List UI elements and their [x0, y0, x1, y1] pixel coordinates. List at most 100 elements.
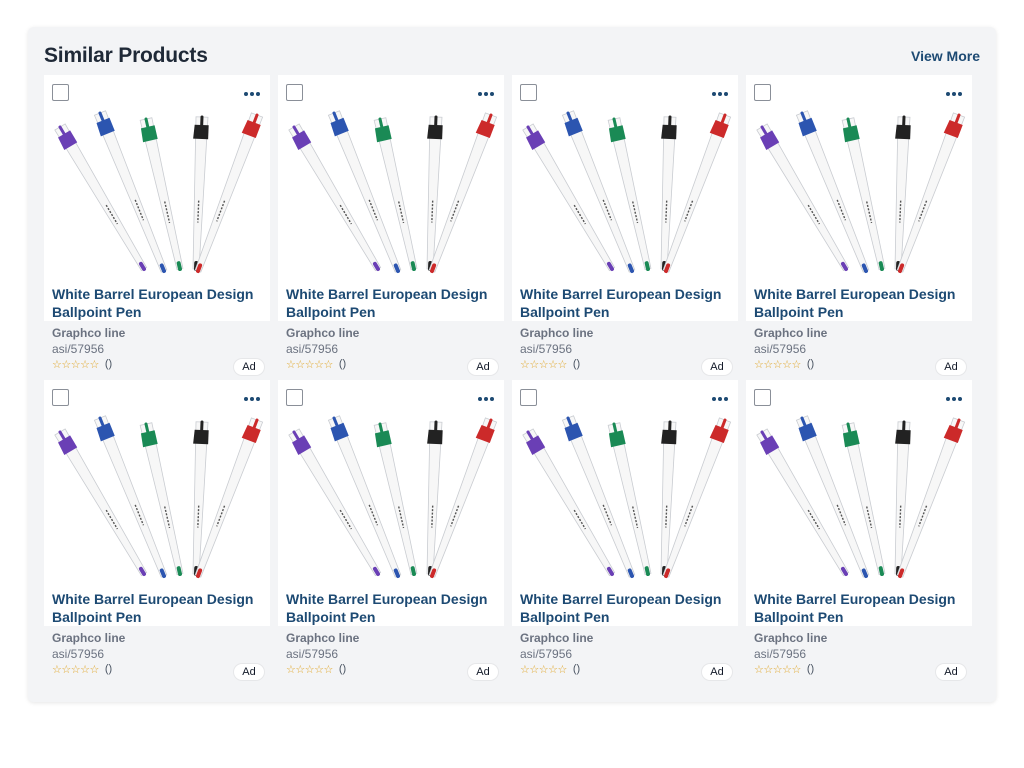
star-rating-icon: ☆☆☆☆☆ — [754, 663, 801, 676]
product-name[interactable]: White Barrel European Design Ballpoint P… — [286, 590, 498, 626]
compare-checkbox[interactable] — [52, 389, 69, 406]
star-rating-icon: ☆☆☆☆☆ — [52, 358, 99, 371]
review-count: () — [338, 663, 347, 675]
compare-checkbox[interactable] — [52, 84, 69, 101]
rating: ☆☆☆☆☆ () — [52, 357, 112, 371]
product-card-top: White Barrel European Design Ballpoint P… — [746, 380, 972, 626]
product-image[interactable] — [754, 414, 966, 582]
pen-3 — [373, 422, 418, 576]
product-name[interactable]: White Barrel European Design Ballpoint P… — [52, 590, 264, 626]
pen-3 — [607, 117, 652, 271]
product-name[interactable]: White Barrel European Design Ballpoint P… — [520, 285, 732, 321]
review-count: () — [104, 358, 113, 370]
more-options-icon[interactable] — [946, 396, 962, 402]
ad-badge: Ad — [468, 359, 498, 375]
more-options-icon[interactable] — [712, 396, 728, 402]
product-card-details: Graphco line asi/57956 ☆☆☆☆☆ () Ad — [44, 321, 270, 380]
asi-number: asi/57956 — [286, 342, 339, 356]
product-card-details: Graphco line asi/57956 ☆☆☆☆☆ () Ad — [746, 321, 972, 380]
pen-3 — [139, 117, 184, 271]
supplier-name: Graphco line — [520, 326, 594, 340]
pens-image — [522, 110, 732, 273]
product-card-top: White Barrel European Design Ballpoint P… — [44, 380, 270, 626]
ad-badge: Ad — [234, 359, 264, 375]
supplier-name: Graphco line — [754, 326, 828, 340]
product-image[interactable] — [520, 414, 732, 582]
more-options-icon[interactable] — [478, 91, 494, 97]
review-count: () — [806, 358, 815, 370]
compare-checkbox[interactable] — [754, 84, 771, 101]
view-more-link[interactable]: View More — [911, 48, 980, 64]
product-card-details: Graphco line asi/57956 ☆☆☆☆☆ () Ad — [746, 626, 972, 685]
rating: ☆☆☆☆☆ () — [520, 357, 580, 371]
product-card-top: White Barrel European Design Ballpoint P… — [278, 380, 504, 626]
asi-number: asi/57956 — [52, 647, 105, 661]
product-card[interactable]: White Barrel European Design Ballpoint P… — [278, 75, 504, 380]
product-card-details: Graphco line asi/57956 ☆☆☆☆☆ () Ad — [512, 321, 738, 380]
pen-3 — [373, 117, 418, 271]
product-name[interactable]: White Barrel European Design Ballpoint P… — [286, 285, 498, 321]
pens-image — [522, 415, 732, 578]
product-card[interactable]: White Barrel European Design Ballpoint P… — [44, 380, 270, 685]
pen-3 — [607, 422, 652, 576]
product-card-top: White Barrel European Design Ballpoint P… — [278, 75, 504, 321]
compare-checkbox[interactable] — [754, 389, 771, 406]
asi-number: asi/57956 — [754, 647, 807, 661]
asi-number: asi/57956 — [520, 647, 573, 661]
product-card[interactable]: White Barrel European Design Ballpoint P… — [512, 380, 738, 685]
star-rating-icon: ☆☆☆☆☆ — [520, 358, 567, 371]
ad-badge: Ad — [936, 359, 966, 375]
rating: ☆☆☆☆☆ () — [754, 357, 814, 371]
ad-badge: Ad — [234, 664, 264, 680]
compare-checkbox[interactable] — [286, 84, 303, 101]
product-card-top: White Barrel European Design Ballpoint P… — [746, 75, 972, 321]
compare-checkbox[interactable] — [286, 389, 303, 406]
product-card[interactable]: White Barrel European Design Ballpoint P… — [512, 75, 738, 380]
product-name[interactable]: White Barrel European Design Ballpoint P… — [52, 285, 264, 321]
product-grid: White Barrel European Design Ballpoint P… — [44, 75, 980, 685]
more-options-icon[interactable] — [712, 91, 728, 97]
product-name[interactable]: White Barrel European Design Ballpoint P… — [754, 590, 966, 626]
pens-image — [54, 110, 264, 273]
pen-3 — [139, 422, 184, 576]
rating: ☆☆☆☆☆ () — [520, 662, 580, 676]
product-card[interactable]: White Barrel European Design Ballpoint P… — [278, 380, 504, 685]
product-card-details: Graphco line asi/57956 ☆☆☆☆☆ () Ad — [44, 626, 270, 685]
asi-number: asi/57956 — [52, 342, 105, 356]
more-options-icon[interactable] — [244, 91, 260, 97]
product-name[interactable]: White Barrel European Design Ballpoint P… — [754, 285, 966, 321]
more-options-icon[interactable] — [244, 396, 260, 402]
product-image[interactable] — [286, 109, 498, 277]
ad-badge: Ad — [468, 664, 498, 680]
product-card-details: Graphco line asi/57956 ☆☆☆☆☆ () Ad — [278, 321, 504, 380]
compare-checkbox[interactable] — [520, 389, 537, 406]
pens-image — [288, 110, 498, 273]
review-count: () — [338, 358, 347, 370]
more-options-icon[interactable] — [946, 91, 962, 97]
product-image[interactable] — [286, 414, 498, 582]
product-card[interactable]: White Barrel European Design Ballpoint P… — [44, 75, 270, 380]
more-options-icon[interactable] — [478, 396, 494, 402]
pen-3 — [841, 422, 886, 576]
compare-checkbox[interactable] — [520, 84, 537, 101]
product-card-top: White Barrel European Design Ballpoint P… — [512, 380, 738, 626]
product-image[interactable] — [52, 414, 264, 582]
product-card[interactable]: White Barrel European Design Ballpoint P… — [746, 380, 972, 685]
product-name[interactable]: White Barrel European Design Ballpoint P… — [520, 590, 732, 626]
rating: ☆☆☆☆☆ () — [754, 662, 814, 676]
product-image[interactable] — [754, 109, 966, 277]
asi-number: asi/57956 — [520, 342, 573, 356]
section-title: Similar Products — [44, 44, 208, 67]
review-count: () — [572, 663, 581, 675]
rating: ☆☆☆☆☆ () — [286, 662, 346, 676]
ad-badge: Ad — [936, 664, 966, 680]
product-image[interactable] — [520, 109, 732, 277]
supplier-name: Graphco line — [286, 326, 360, 340]
star-rating-icon: ☆☆☆☆☆ — [286, 358, 333, 371]
product-card-top: White Barrel European Design Ballpoint P… — [512, 75, 738, 321]
supplier-name: Graphco line — [286, 631, 360, 645]
product-card[interactable]: White Barrel European Design Ballpoint P… — [746, 75, 972, 380]
product-card-details: Graphco line asi/57956 ☆☆☆☆☆ () Ad — [512, 626, 738, 685]
product-image[interactable] — [52, 109, 264, 277]
similar-products-panel: Similar Products View More White Barrel … — [28, 27, 996, 702]
